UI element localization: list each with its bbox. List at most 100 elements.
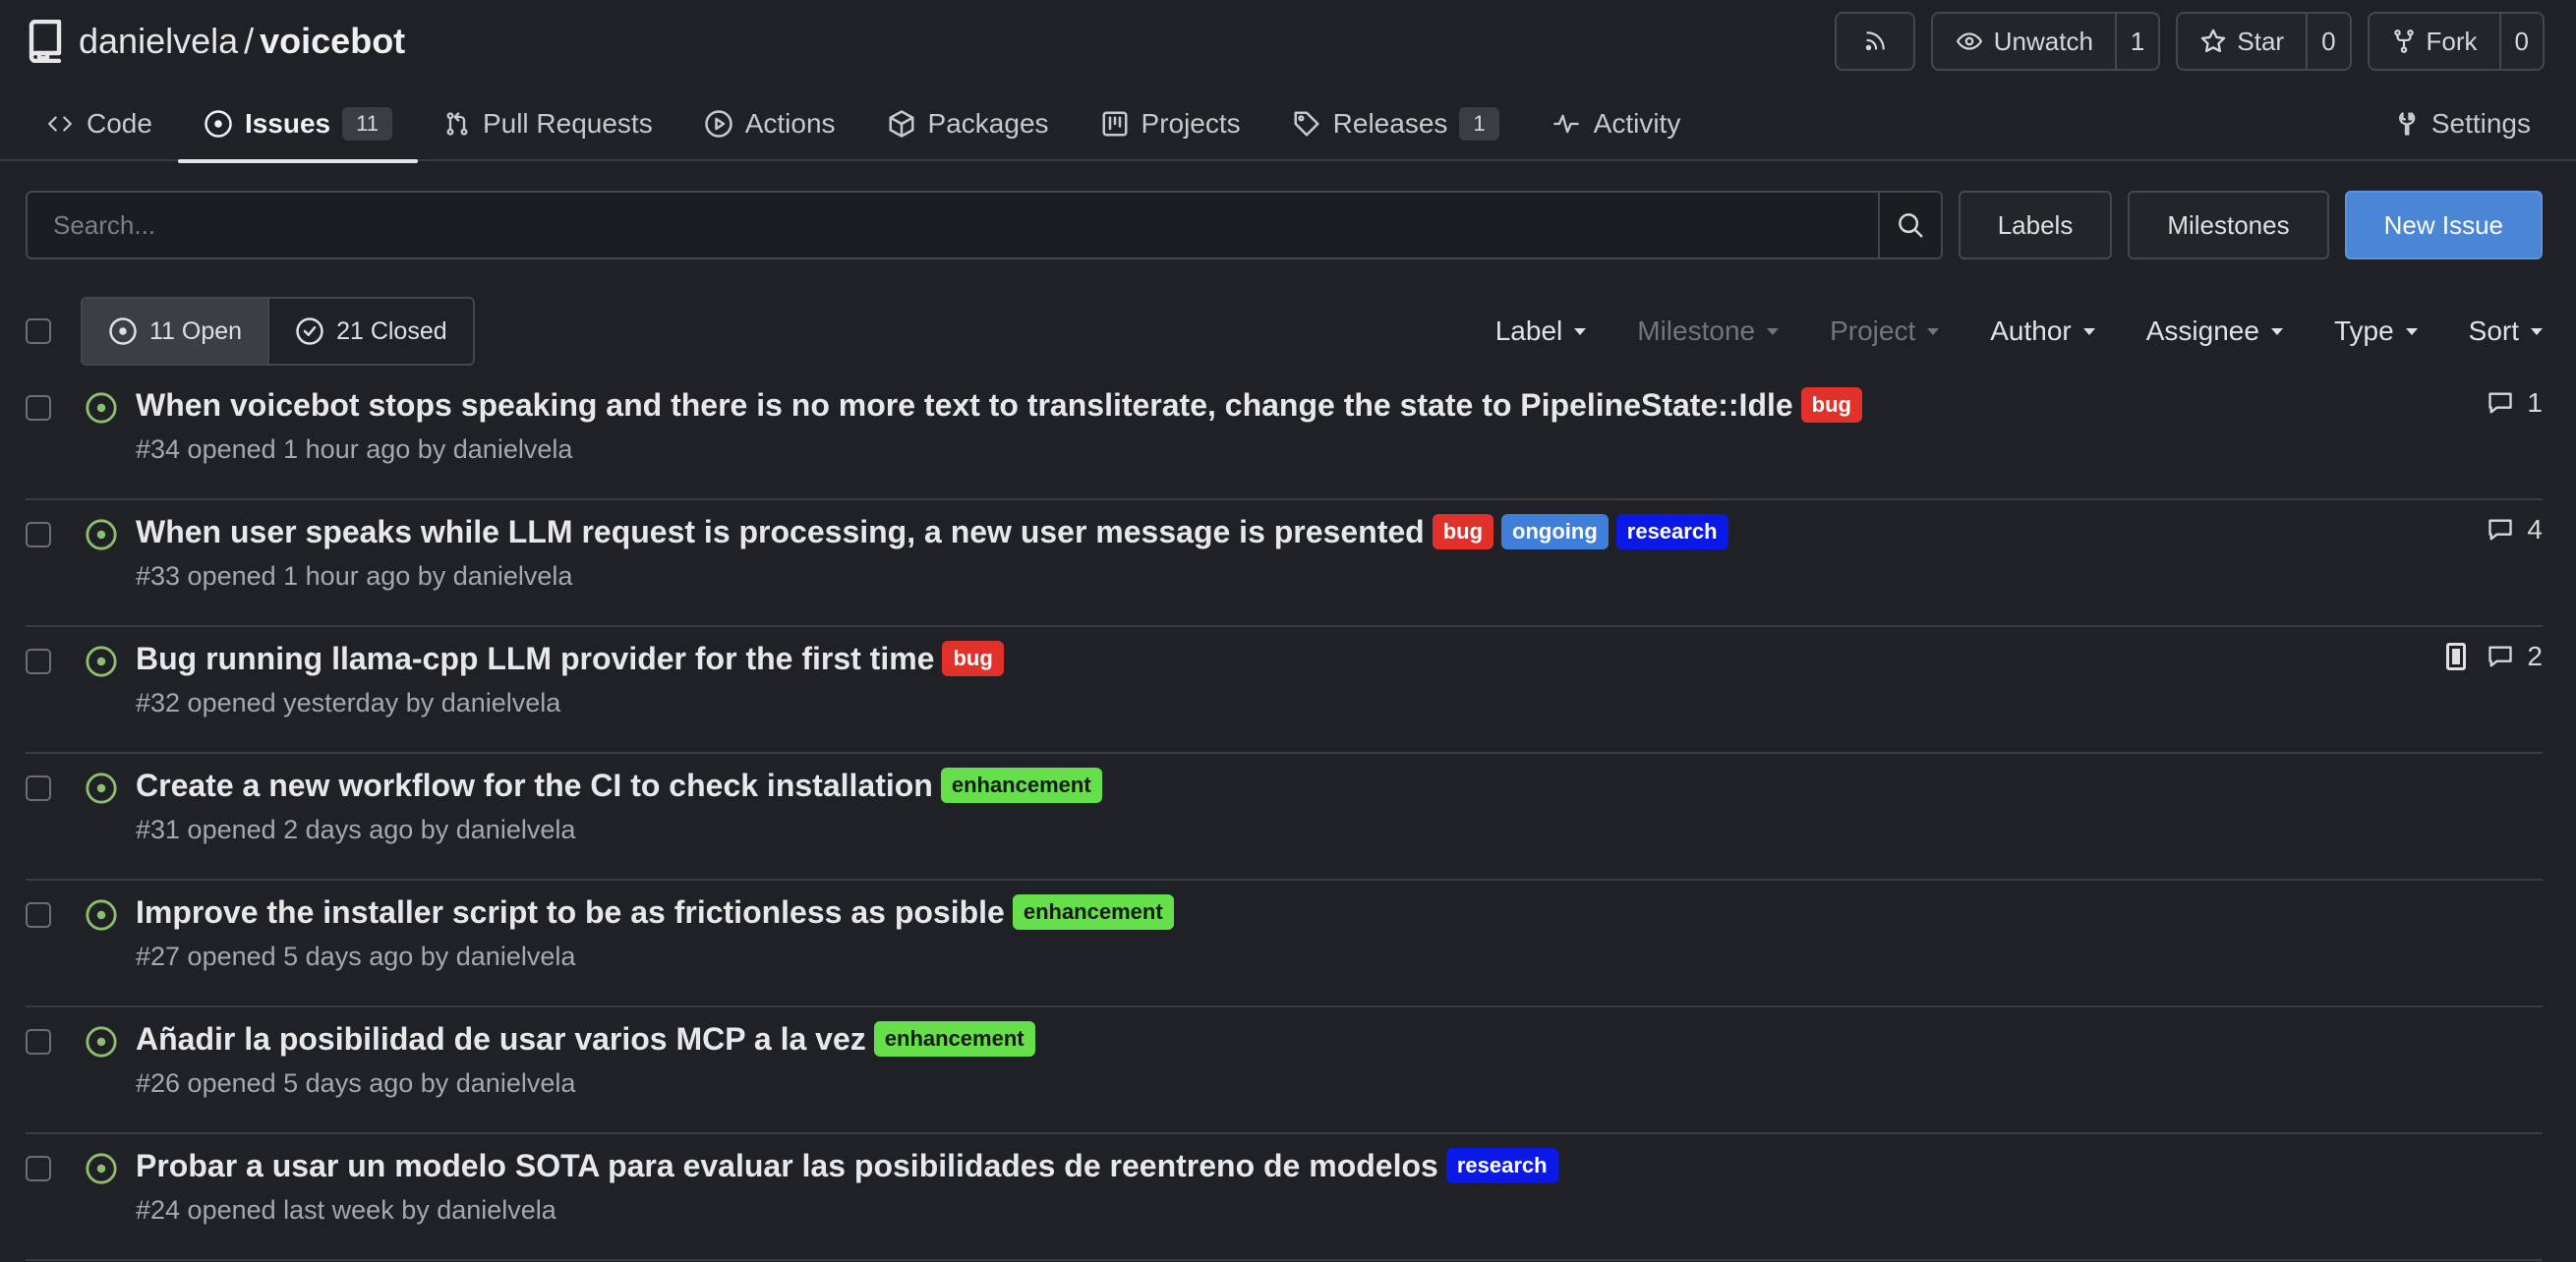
code-icon xyxy=(45,111,75,137)
state-toggle: 11 Open 21 Closed xyxy=(81,297,475,366)
tab-issues[interactable]: Issues 11 xyxy=(177,86,418,163)
issue-indicators: 2 xyxy=(2446,641,2543,672)
star-label: Star xyxy=(2237,26,2285,56)
issue-row: Añadir la posibilidad de usar varios MCP… xyxy=(26,1007,2543,1134)
repo-name-link[interactable]: voicebot xyxy=(260,21,405,61)
issue-title-link[interactable]: Añadir la posibilidad de usar varios MCP… xyxy=(136,1021,866,1058)
author-filter[interactable]: Author xyxy=(1964,316,2121,347)
issue-title-link[interactable]: Create a new workflow for the CI to chec… xyxy=(136,768,933,804)
fork-count[interactable]: 0 xyxy=(2498,14,2543,69)
issue-meta: #34 opened 1 hour ago by danielvela xyxy=(136,434,573,464)
issue-title-row: When voicebot stops speaking and there i… xyxy=(136,383,1862,427)
closed-issues-button[interactable]: 21 Closed xyxy=(267,299,473,364)
star-count[interactable]: 0 xyxy=(2306,14,2349,69)
label-research[interactable]: research xyxy=(1615,514,1728,549)
open-issues-button[interactable]: 11 Open xyxy=(83,299,268,364)
label-enhancement[interactable]: enhancement xyxy=(873,1021,1035,1057)
milestones-button[interactable]: Milestones xyxy=(2128,191,2329,259)
search-input[interactable] xyxy=(28,193,1878,258)
issue-meta: #31 opened 2 days ago by danielvela xyxy=(136,815,576,844)
new-issue-button[interactable]: New Issue xyxy=(2344,191,2543,259)
tab-pull-requests[interactable]: Pull Requests xyxy=(418,86,678,161)
watch-count[interactable]: 1 xyxy=(2114,14,2158,69)
assignee-filter[interactable]: Assignee xyxy=(2121,316,2309,347)
label-enhancement[interactable]: enhancement xyxy=(940,768,1102,803)
issue-title-row: Añadir la posibilidad de usar varios MCP… xyxy=(136,1017,1035,1061)
repo-icon xyxy=(28,20,63,63)
issue-open-icon xyxy=(85,391,118,425)
issue-title-link[interactable]: When user speaks while LLM request is pr… xyxy=(136,514,1425,550)
fork-button[interactable]: Fork 0 xyxy=(2367,12,2545,71)
tab-settings-label: Settings xyxy=(2430,108,2531,139)
sort-filter[interactable]: Sort xyxy=(2443,316,2543,347)
issue-title-row: When user speaks while LLM request is pr… xyxy=(136,510,1728,553)
comment-count: 1 xyxy=(2527,387,2543,418)
issue-title-link[interactable]: Improve the installer script to be as fr… xyxy=(136,894,1005,931)
select-all-checkbox[interactable] xyxy=(26,318,51,344)
issue-open-icon xyxy=(85,1025,118,1059)
issue-meta: #27 opened 5 days ago by danielvela xyxy=(136,942,576,971)
comments-link[interactable]: 1 xyxy=(2486,387,2543,419)
milestone-filter[interactable]: Milestone xyxy=(1611,316,1804,347)
author-filter-text: Author xyxy=(1990,316,2072,346)
tab-packages[interactable]: Packages xyxy=(861,86,1075,161)
assignee-filter-text: Assignee xyxy=(2145,316,2259,346)
project-filter[interactable]: Project xyxy=(1804,316,1964,347)
tab-activity[interactable]: Activity xyxy=(1525,86,1707,161)
star-icon xyxy=(2199,28,2227,55)
issue-open-icon xyxy=(85,898,118,932)
chevron-down-icon xyxy=(1767,327,1780,335)
tab-releases[interactable]: Releases 1 xyxy=(1266,86,1525,161)
search-button[interactable] xyxy=(1877,193,1941,258)
comments-link[interactable]: 4 xyxy=(2486,514,2543,545)
label-bug[interactable]: bug xyxy=(942,641,1004,676)
issue-checkbox[interactable] xyxy=(26,775,51,801)
issue-checkbox[interactable] xyxy=(26,395,51,421)
repo-tabs: Code Issues 11 Pull Requests Actions Pac… xyxy=(20,86,2556,163)
issue-title-link[interactable]: Bug running llama-cpp LLM provider for t… xyxy=(136,641,934,677)
sort-filter-text: Sort xyxy=(2468,316,2519,346)
tab-activity-label: Activity xyxy=(1593,108,1681,139)
issue-checkbox[interactable] xyxy=(26,902,51,928)
issue-checkbox[interactable] xyxy=(26,1156,51,1181)
unwatch-label: Unwatch xyxy=(1993,26,2093,56)
label-filter[interactable]: Label xyxy=(1470,316,1612,347)
tab-projects[interactable]: Projects xyxy=(1075,86,1266,161)
tab-releases-count: 1 xyxy=(1459,107,1499,141)
filter-menus: Label Milestone Project Author Assignee … xyxy=(1470,316,2543,347)
label-research[interactable]: research xyxy=(1445,1148,1558,1183)
label-bug[interactable]: bug xyxy=(1800,387,1862,423)
issues-toolbar: Labels Milestones New Issue xyxy=(26,191,2543,259)
rss-button[interactable] xyxy=(1834,12,1915,71)
package-icon xyxy=(887,109,916,139)
issue-title-link[interactable]: When voicebot stops speaking and there i… xyxy=(136,387,1793,424)
issue-meta: #26 opened 5 days ago by danielvela xyxy=(136,1068,576,1098)
eye-icon xyxy=(1955,29,1984,54)
issue-checkbox[interactable] xyxy=(26,1029,51,1055)
issue-checkbox[interactable] xyxy=(26,522,51,547)
linked-pull-request-icon[interactable] xyxy=(2446,643,2467,670)
label-ongoing[interactable]: ongoing xyxy=(1501,514,1609,549)
tab-settings[interactable]: Settings xyxy=(2367,86,2556,161)
comment-count: 4 xyxy=(2527,514,2543,545)
type-filter[interactable]: Type xyxy=(2309,316,2443,347)
repo-owner-link[interactable]: danielvela xyxy=(79,21,238,61)
issue-open-icon xyxy=(85,772,118,805)
label-enhancement[interactable]: enhancement xyxy=(1012,894,1174,930)
tab-projects-label: Projects xyxy=(1141,108,1241,139)
label-bug[interactable]: bug xyxy=(1432,514,1494,549)
issue-meta: #33 opened 1 hour ago by danielvela xyxy=(136,561,573,591)
tab-code[interactable]: Code xyxy=(20,86,178,161)
chevron-down-icon xyxy=(2270,327,2283,335)
issue-open-icon xyxy=(85,518,118,551)
issue-title-link[interactable]: Probar a usar un modelo SOTA para evalua… xyxy=(136,1148,1438,1184)
tab-actions[interactable]: Actions xyxy=(678,86,861,161)
labels-button[interactable]: Labels xyxy=(1958,191,2113,259)
issue-row: Create a new workflow for the CI to chec… xyxy=(26,754,2543,881)
unwatch-button[interactable]: Unwatch 1 xyxy=(1930,12,2161,71)
star-button[interactable]: Star 0 xyxy=(2176,12,2352,71)
comments-link[interactable]: 2 xyxy=(2486,641,2543,672)
issue-checkbox[interactable] xyxy=(26,649,51,674)
search-icon xyxy=(1896,210,1925,240)
fork-icon xyxy=(2391,28,2417,55)
